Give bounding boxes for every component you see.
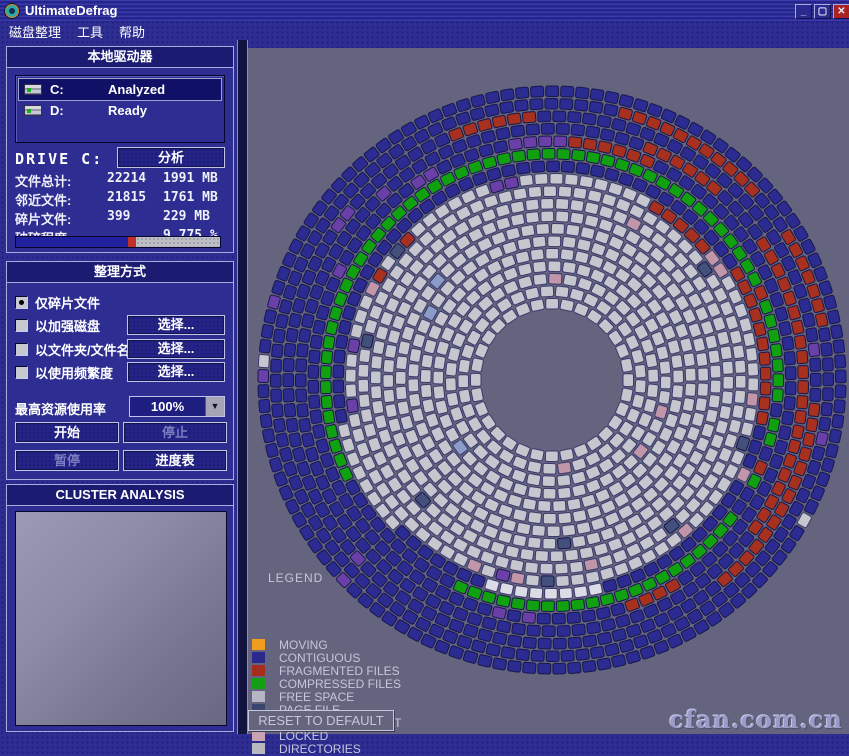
radio-icon[interactable] xyxy=(15,296,28,309)
local-drives-panel: 本地驱动器 C: Analyzed D: Ready DRIVE C: 分析 文… xyxy=(6,46,234,253)
current-drive-label: DRIVE C: xyxy=(15,150,103,168)
fragmentation-progress-bar xyxy=(15,236,221,248)
legend-swatch xyxy=(252,665,265,676)
legend-swatch xyxy=(252,678,265,689)
drive-letter: D: xyxy=(50,103,108,118)
radio-dot xyxy=(19,300,24,305)
resource-usage-label: 最高资源使用率 xyxy=(15,399,106,418)
stat-fragmented-files: 碎片文件: 399 229 MB xyxy=(15,209,227,228)
legend-item-moving: MOVING xyxy=(252,638,328,651)
disk-map[interactable] xyxy=(248,48,849,739)
select-button-frequency[interactable]: 选择... xyxy=(127,362,225,382)
stat-label: 邻近文件: xyxy=(15,190,107,209)
cluster-analysis-title: CLUSTER ANALYSIS xyxy=(7,485,233,506)
stat-size: 229 MB xyxy=(163,209,210,228)
analyze-button[interactable]: 分析 xyxy=(117,147,225,168)
option-label: 以使用频繁度 xyxy=(35,363,113,382)
title-bar: UltimateDefrag _ ▢ ✕ xyxy=(0,0,849,22)
drive-status: Analyzed xyxy=(108,82,165,97)
watermark: cfan.com.cn xyxy=(669,705,843,734)
cluster-analysis-panel: CLUSTER ANALYSIS xyxy=(6,484,234,732)
maximize-button[interactable]: ▢ xyxy=(814,4,831,19)
window-title: UltimateDefrag xyxy=(25,3,117,18)
drive-status: Ready xyxy=(108,103,147,118)
start-button[interactable]: 开始 xyxy=(15,422,119,443)
drive-row-c[interactable]: C: Analyzed xyxy=(19,79,221,100)
radio-icon[interactable] xyxy=(15,366,28,379)
menu-item-defrag[interactable]: 磁盘整理 xyxy=(9,22,61,41)
drive-list: C: Analyzed D: Ready xyxy=(15,75,225,143)
legend-swatch xyxy=(252,691,265,702)
radio-icon[interactable] xyxy=(15,343,28,356)
menu-bar: 磁盘整理 工具 帮助 xyxy=(0,22,849,41)
legend-swatch xyxy=(252,743,265,754)
legend-item-fragmented: FRAGMENTED FILES xyxy=(252,664,400,677)
stat-label: 文件总计: xyxy=(15,171,107,190)
legend-item-contiguous: CONTIGUOUS xyxy=(252,651,360,664)
option-label: 以加强磁盘 xyxy=(35,316,100,335)
drive-letter: C: xyxy=(50,82,108,97)
pause-button[interactable]: 暂停 xyxy=(15,450,119,471)
app-icon xyxy=(4,3,20,19)
defrag-method-title: 整理方式 xyxy=(7,262,233,283)
stat-count: 22214 xyxy=(107,171,163,190)
radio-dot xyxy=(19,347,24,352)
radio-icon[interactable] xyxy=(15,319,28,332)
option-fragmented-only[interactable]: 仅碎片文件 xyxy=(15,292,227,312)
legend-label: DIRECTORIES xyxy=(279,742,361,756)
panel-divider xyxy=(237,40,248,734)
legend-label: CONTIGUOUS xyxy=(279,651,360,665)
legend-label: FRAGMENTED FILES xyxy=(279,664,400,678)
legend-swatch xyxy=(252,730,265,741)
legend-label: MOVING xyxy=(279,638,328,652)
legend-item-compressed: COMPRESSED FILES xyxy=(252,677,401,690)
stat-label: 碎片文件: xyxy=(15,209,107,228)
progress-table-button[interactable]: 进度表 xyxy=(123,450,227,471)
combo-value: 100% xyxy=(130,397,205,416)
select-button-consolidate[interactable]: 选择... xyxy=(127,315,225,335)
legend-item-free-space: FREE SPACE xyxy=(252,690,354,703)
progress-fill xyxy=(16,237,128,247)
radio-dot xyxy=(19,323,24,328)
radio-dot xyxy=(19,370,24,375)
disk-view-panel: LEGEND MOVING CONTIGUOUS FRAGMENTED FILE… xyxy=(248,48,849,734)
cluster-analysis-box xyxy=(15,511,227,726)
stat-count: 21815 xyxy=(107,190,163,209)
legend-title: LEGEND xyxy=(268,571,323,585)
menu-item-tools[interactable]: 工具 xyxy=(77,22,103,41)
reset-to-default-button[interactable]: RESET TO DEFAULT xyxy=(248,710,394,731)
select-button-folder[interactable]: 选择... xyxy=(127,339,225,359)
stat-contiguous-files: 邻近文件: 21815 1761 MB xyxy=(15,190,227,209)
progress-marker xyxy=(128,237,136,247)
stat-total-files: 文件总计: 22214 1991 MB xyxy=(15,171,227,190)
stat-size: 1761 MB xyxy=(163,190,218,209)
close-button[interactable]: ✕ xyxy=(833,4,849,19)
chevron-down-icon[interactable]: ▼ xyxy=(205,397,224,416)
minimize-button[interactable]: _ xyxy=(795,4,812,19)
option-label: 以文件夹/文件名称 xyxy=(35,340,131,359)
legend-label: FREE SPACE xyxy=(279,690,354,704)
stat-count: 399 xyxy=(107,209,163,228)
stop-button[interactable]: 停止 xyxy=(123,422,227,443)
legend-label: COMPRESSED FILES xyxy=(279,677,401,691)
ultimatedefrag-window: { "window": { "title": "UltimateDefrag",… xyxy=(0,0,849,734)
menu-item-help[interactable]: 帮助 xyxy=(119,22,145,41)
drive-icon xyxy=(24,105,42,116)
stat-size: 1991 MB xyxy=(163,171,218,190)
local-drives-title: 本地驱动器 xyxy=(7,47,233,68)
drive-row-d[interactable]: D: Ready xyxy=(19,100,221,121)
resource-usage-combobox[interactable]: 100% ▼ xyxy=(129,396,225,417)
legend-swatch xyxy=(252,652,265,663)
defrag-method-panel: 整理方式 仅碎片文件 以加强磁盘 选择... 以文件夹/文件名称 选择... 以… xyxy=(6,261,234,480)
legend-item-directories: DIRECTORIES xyxy=(252,742,361,755)
drive-icon xyxy=(24,84,42,95)
legend-swatch xyxy=(252,639,265,650)
option-label: 仅碎片文件 xyxy=(35,293,100,312)
